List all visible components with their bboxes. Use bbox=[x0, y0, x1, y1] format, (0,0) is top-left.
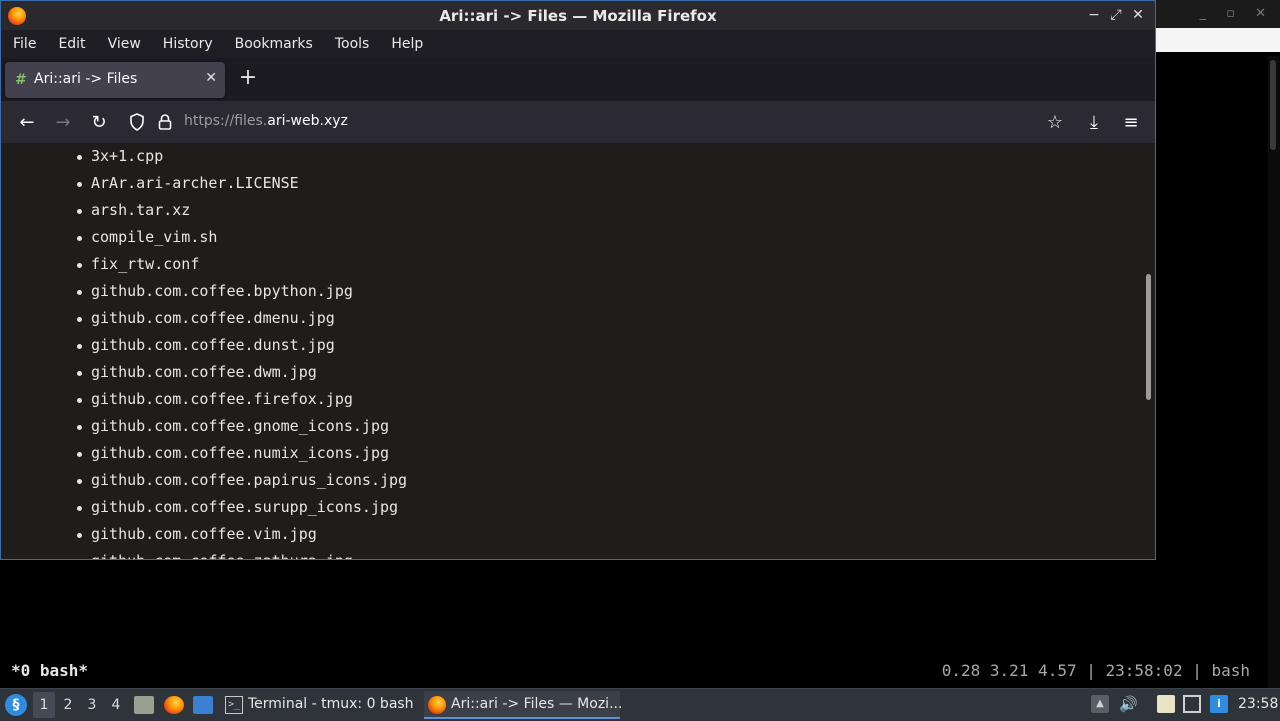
workspace-2[interactable]: 2 bbox=[57, 692, 79, 718]
task-terminal[interactable]: >_ Terminal - tmux: 0 bash bbox=[221, 691, 416, 719]
tab-title: Ari::ari -> Files bbox=[34, 71, 138, 87]
new-tab-button[interactable]: + bbox=[237, 65, 259, 90]
close-window-button[interactable]: ✕ bbox=[1129, 6, 1147, 24]
tab-favicon-icon: # bbox=[15, 72, 27, 88]
file-link[interactable]: github.com.coffee.vim.jpg bbox=[1, 521, 407, 548]
window-title: Ari::ari -> Files — Mozilla Firefox bbox=[439, 7, 717, 25]
taskbar: § 1 2 3 4 >_ Terminal - tmux: 0 bash Ari… bbox=[0, 688, 1280, 721]
bookmark-star-icon[interactable]: ☆ bbox=[1042, 109, 1068, 135]
workspace-1[interactable]: 1 bbox=[33, 692, 55, 718]
app-menu-button[interactable]: ≡ bbox=[1118, 109, 1144, 135]
background-window-titlebar[interactable]: _ ▫ ✕ bbox=[1156, 0, 1280, 28]
file-link[interactable]: github.com.coffee.firefox.jpg bbox=[1, 386, 407, 413]
notification-icon[interactable]: i bbox=[1210, 695, 1228, 713]
firefox-launcher-icon[interactable] bbox=[164, 696, 184, 714]
clipboard-icon[interactable] bbox=[1157, 695, 1175, 713]
menu-bookmarks[interactable]: Bookmarks bbox=[224, 30, 324, 58]
menu-history[interactable]: History bbox=[152, 30, 224, 58]
shield-icon[interactable] bbox=[129, 113, 145, 131]
menu-edit[interactable]: Edit bbox=[47, 30, 96, 58]
window-titlebar[interactable]: Ari::ari -> Files — Mozilla Firefox − ⤢ … bbox=[1, 1, 1155, 30]
tmux-window-list: *0 bash* bbox=[11, 661, 89, 680]
background-window-controls[interactable]: _ ▫ ✕ bbox=[1200, 6, 1274, 21]
file-link[interactable]: compile_vim.sh bbox=[1, 224, 407, 251]
file-link[interactable]: github.com.coffee.gnome_icons.jpg bbox=[1, 413, 407, 440]
page-scrollbar-thumb[interactable] bbox=[1146, 274, 1151, 400]
firefox-window: Ari::ari -> Files — Mozilla Firefox − ⤢ … bbox=[0, 0, 1156, 560]
forward-button[interactable]: → bbox=[50, 109, 76, 135]
terminal-scrollbar[interactable] bbox=[1268, 56, 1280, 688]
file-link[interactable]: github.com.coffee.papirus_icons.jpg bbox=[1, 467, 407, 494]
clock[interactable]: 23:58 bbox=[1238, 696, 1278, 712]
file-link[interactable]: github.com.coffee.bpython.jpg bbox=[1, 278, 407, 305]
file-link[interactable]: github.com.coffee.dwm.jpg bbox=[1, 359, 407, 386]
task-terminal-label: Terminal - tmux: 0 bash bbox=[248, 696, 414, 712]
tray-expand-icon[interactable]: ▲ bbox=[1091, 695, 1109, 713]
terminal-icon: >_ bbox=[225, 696, 243, 714]
file-link[interactable]: ArAr.ari-archer.LICENSE bbox=[1, 170, 407, 197]
file-link[interactable]: github.com.coffee.zathura.jpg bbox=[1, 548, 407, 559]
menu-bar: File Edit View History Bookmarks Tools H… bbox=[1, 30, 1155, 58]
menu-view[interactable]: View bbox=[97, 30, 152, 58]
file-link[interactable]: github.com.coffee.dunst.jpg bbox=[1, 332, 407, 359]
tmux-status-right: 0.28 3.21 4.57 | 23:58:02 | bash bbox=[941, 661, 1250, 680]
url-scheme: https:// bbox=[184, 113, 235, 129]
file-link[interactable]: arsh.tar.xz bbox=[1, 197, 407, 224]
workspace-3[interactable]: 3 bbox=[81, 692, 103, 718]
terminal-scrollbar-thumb[interactable] bbox=[1270, 60, 1276, 150]
url-bar[interactable]: https://files.ari-web.xyz bbox=[184, 113, 348, 129]
tab-close-icon[interactable]: ✕ bbox=[205, 70, 217, 86]
show-desktop-icon[interactable] bbox=[193, 696, 213, 714]
file-link[interactable]: fix_rtw.conf bbox=[1, 251, 407, 278]
file-list: 3x+1.cpp ArAr.ari-archer.LICENSE arsh.ta… bbox=[1, 143, 407, 559]
file-link[interactable]: github.com.coffee.numix_icons.jpg bbox=[1, 440, 407, 467]
tmux-status-bar: *0 bash* 0.28 3.21 4.57 | 23:58:02 | bas… bbox=[0, 657, 1280, 685]
url-domain: ari-web.xyz bbox=[267, 113, 348, 129]
firefox-task-icon bbox=[428, 696, 446, 714]
file-manager-launcher-icon[interactable] bbox=[134, 696, 154, 714]
minimize-button[interactable]: − bbox=[1085, 6, 1103, 24]
workspace-4[interactable]: 4 bbox=[105, 692, 127, 718]
tab-files[interactable]: # Ari::ari -> Files ✕ bbox=[5, 62, 225, 98]
file-link[interactable]: github.com.coffee.dmenu.jpg bbox=[1, 305, 407, 332]
maximize-button[interactable]: ⤢ bbox=[1107, 6, 1125, 24]
lock-icon[interactable] bbox=[158, 113, 172, 131]
downloads-button[interactable]: ⤓ bbox=[1081, 109, 1107, 135]
back-button[interactable]: ← bbox=[14, 109, 40, 135]
background-window-toolbar bbox=[1156, 28, 1280, 52]
window-controls: − ⤢ ✕ bbox=[1085, 6, 1147, 24]
menu-file[interactable]: File bbox=[1, 30, 47, 58]
file-link[interactable]: 3x+1.cpp bbox=[1, 143, 407, 170]
task-firefox-label: Ari::ari -> Files — Mozi... bbox=[451, 696, 623, 712]
tab-strip: # Ari::ari -> Files ✕ + bbox=[1, 58, 1155, 101]
display-icon[interactable] bbox=[1183, 695, 1201, 713]
menu-help[interactable]: Help bbox=[380, 30, 434, 58]
url-subdomain: files. bbox=[234, 113, 268, 129]
navigation-toolbar: ← → ↻ https://files.ari-web.xyz ☆ ⤓ ≡ bbox=[1, 101, 1155, 144]
volume-icon[interactable]: 🔊 bbox=[1119, 695, 1138, 713]
menu-tools[interactable]: Tools bbox=[324, 30, 381, 58]
start-menu-icon[interactable]: § bbox=[5, 694, 27, 716]
reload-button[interactable]: ↻ bbox=[86, 109, 112, 135]
page-content: 3x+1.cpp ArAr.ari-archer.LICENSE arsh.ta… bbox=[1, 143, 1155, 559]
file-link[interactable]: github.com.coffee.surupp_icons.jpg bbox=[1, 494, 407, 521]
task-firefox[interactable]: Ari::ari -> Files — Mozi... bbox=[424, 691, 623, 719]
